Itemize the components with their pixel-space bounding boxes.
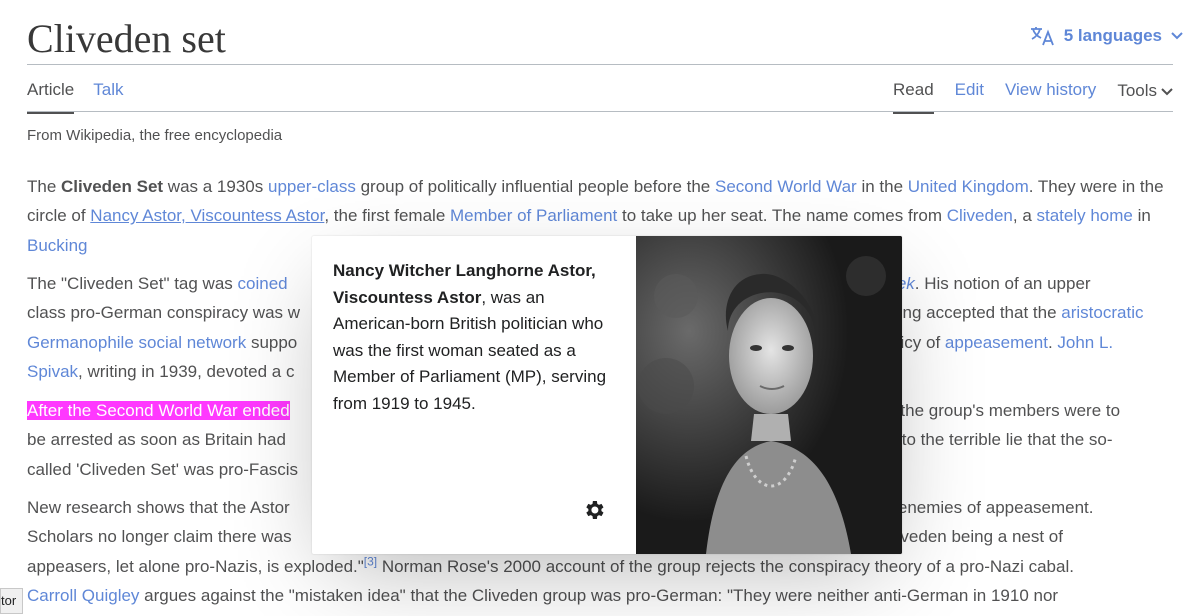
tab-talk[interactable]: Talk — [93, 78, 123, 114]
text: class pro-German conspiracy was w — [27, 303, 301, 323]
text: Cliveden being a nest of — [880, 527, 1063, 547]
text: d enemies of appeasement. — [883, 498, 1094, 517]
link-nancy-astor[interactable]: Nancy Astor, Viscountess Astor — [90, 206, 324, 225]
preview-title: Nancy Witcher Langhorne Astor, Viscounte… — [333, 261, 596, 307]
text: in the — [856, 177, 908, 196]
text: New research shows that the Astor — [27, 498, 290, 517]
text: was a 1930s — [163, 177, 268, 196]
view-tabs: Read Edit View history Tools — [893, 78, 1173, 114]
portrait-photo[interactable] — [636, 236, 902, 554]
text: The — [27, 177, 62, 196]
text: , a — [1012, 206, 1037, 226]
portrait-illustration — [636, 236, 902, 554]
text: in — [1132, 206, 1151, 226]
tab-article[interactable]: Article — [27, 78, 75, 114]
chevron-down-icon — [1161, 79, 1173, 103]
text: to take up her seat. The name comes from — [617, 206, 947, 226]
text: be arrested as soon as Britain had — [27, 430, 286, 450]
page-title: Cliveden set — [27, 16, 226, 61]
text: . — [1047, 332, 1058, 352]
link-upper-class[interactable]: upper-class — [268, 177, 356, 196]
link-appeasement[interactable]: appeasement — [945, 333, 1048, 352]
text: all the group's members were to — [878, 401, 1121, 420]
text: appeasers, let alone pro-Nazis, is explo… — [27, 556, 364, 576]
link-germanophile-network[interactable]: Germanophile social network — [27, 333, 246, 352]
link-spivak[interactable]: Spivak — [27, 362, 78, 381]
languages-button[interactable]: 5 languages — [1030, 26, 1184, 46]
languages-label: 5 languages — [1063, 26, 1162, 45]
link-stately-home[interactable]: stately home — [1037, 206, 1133, 225]
namespace-tabs: Article Talk — [27, 78, 123, 114]
text: er to the terrible lie that the so- — [881, 430, 1113, 450]
link-john-l-spivak[interactable]: John L. — [1057, 333, 1113, 352]
tab-view-history[interactable]: View history — [1005, 78, 1096, 114]
tabs-divider — [27, 111, 1173, 112]
text: , the first female — [324, 206, 451, 226]
text: , writing in 1939, devoted a c — [78, 361, 295, 381]
tab-read[interactable]: Read — [893, 78, 934, 114]
text: argues against the "mistaken idea" that … — [139, 585, 1059, 605]
highlighted-text: After the Second World War ended — [27, 401, 290, 420]
link-second-world-war[interactable]: Second World War — [715, 177, 857, 196]
link-coined[interactable]: coined — [238, 274, 288, 293]
bold-term: Cliveden Set — [61, 177, 164, 196]
tab-edit[interactable]: Edit — [955, 78, 984, 114]
text: Norman Rose's 2000 account of the group … — [377, 556, 1074, 576]
translate-icon — [1030, 26, 1056, 46]
text: group of politically influential people … — [355, 177, 715, 196]
text: The "Cliveden Set" tag was — [27, 274, 238, 293]
tools-label: Tools — [1117, 81, 1157, 100]
text: . His notion of an upper — [914, 274, 1091, 293]
tagline: From Wikipedia, the free encyclopedia — [27, 127, 283, 144]
text: Scholars no longer claim there was — [27, 527, 292, 547]
chevron-down-icon — [1170, 31, 1184, 41]
text: called 'Cliveden Set' was pro-Fascis — [27, 459, 299, 479]
link-united-kingdom[interactable]: United Kingdom — [908, 177, 1029, 196]
title-divider — [27, 64, 1173, 65]
preview-extract[interactable]: Nancy Witcher Langhorne Astor, Viscounte… — [312, 236, 636, 554]
text: suppo — [246, 332, 298, 352]
link-carroll-quigley[interactable]: Carroll Quigley — [27, 586, 139, 605]
status-tooltip: tor — [0, 588, 24, 614]
link-aristocratic[interactable]: aristocratic — [1061, 303, 1143, 322]
text: ong accepted that the — [893, 303, 1062, 323]
link-buckinghamshire[interactable]: Bucking — [27, 236, 87, 255]
link-cliveden[interactable]: Cliveden — [947, 206, 1013, 225]
gear-icon[interactable] — [582, 498, 606, 522]
link-member-of-parliament[interactable]: Member of Parliament — [450, 206, 617, 225]
citation-link[interactable]: [3] — [364, 554, 377, 568]
page-preview-popup[interactable]: Nancy Witcher Langhorne Astor, Viscounte… — [312, 236, 902, 554]
tools-menu[interactable]: Tools — [1117, 78, 1173, 114]
